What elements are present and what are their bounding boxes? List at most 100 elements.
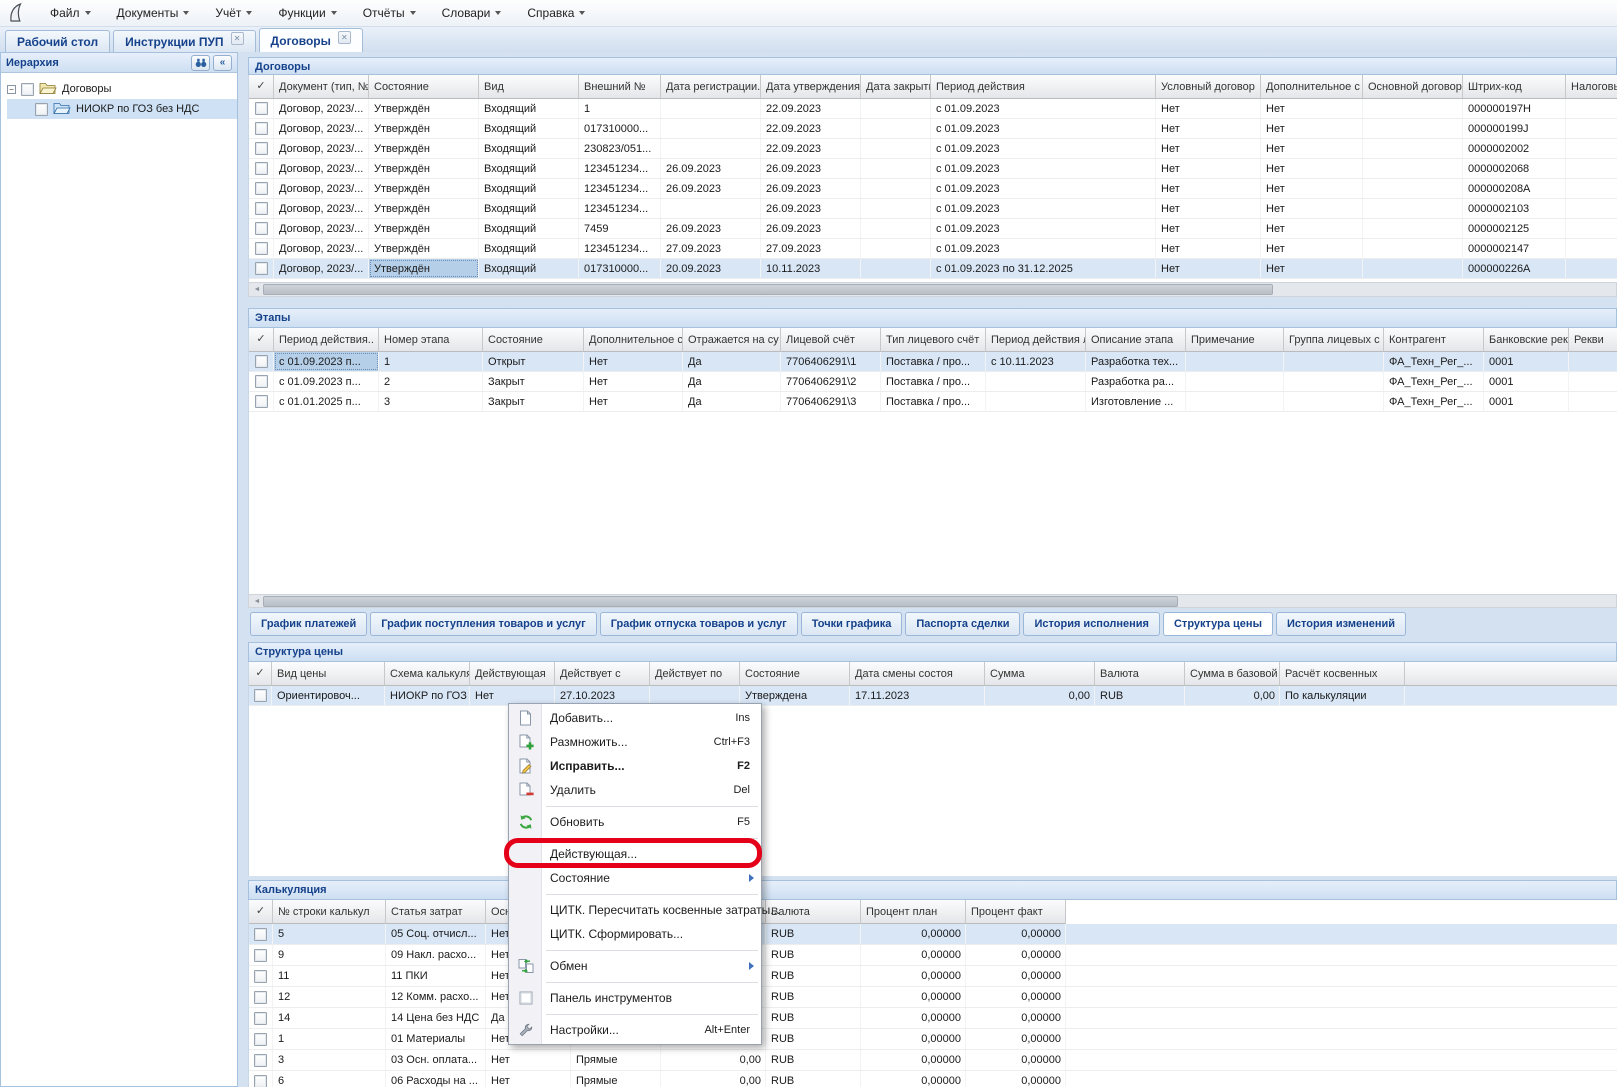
column-header[interactable]: Действует по	[650, 662, 740, 686]
context-menu-item-set-active[interactable]: Действующая...	[509, 842, 761, 866]
column-header[interactable]: Документ (тип, №	[274, 75, 369, 99]
row-checkbox[interactable]	[255, 242, 268, 255]
context-menu-item-refresh[interactable]: ОбновитьF5	[509, 810, 761, 834]
scrollbar-thumb[interactable]	[263, 596, 1178, 607]
tab-desktop[interactable]: Рабочий стол	[5, 30, 110, 52]
sidebar-splitter[interactable]	[238, 52, 248, 1087]
table-row[interactable]: Договор, 2023/...УтверждёнВходящий017310…	[249, 259, 1617, 279]
table-row[interactable]: Договор, 2023/...УтверждёнВходящий123451…	[249, 239, 1617, 259]
column-header[interactable]: Схема калькуляци	[385, 662, 470, 686]
table-row[interactable]: Договор, 2023/...УтверждёнВходящий017310…	[249, 119, 1617, 139]
row-checkbox[interactable]	[254, 949, 267, 962]
context-menu-item-edit[interactable]: Исправить...F2	[509, 754, 761, 778]
row-checkbox[interactable]	[255, 355, 268, 368]
tab-goods-release-schedule[interactable]: График отпуска товаров и услуг	[600, 612, 798, 636]
table-row[interactable]: с 01.09.2023 п...1ОткрытНетДа7706406291\…	[249, 352, 1617, 372]
column-header[interactable]: Дополнительное с	[1261, 75, 1363, 99]
row-checkbox[interactable]	[255, 182, 268, 195]
stages-hscrollbar[interactable]: ◄	[248, 594, 1617, 608]
tab-execution-history[interactable]: История исполнения	[1023, 612, 1160, 636]
column-header[interactable]: ✓	[249, 662, 272, 686]
scrollbar-thumb[interactable]	[263, 284, 1273, 295]
table-row[interactable]: 606 Расходы на ...НетПрямые0,00RUB0,0000…	[249, 1071, 1617, 1087]
row-checkbox[interactable]	[254, 928, 267, 941]
context-menu-item-add[interactable]: Добавить...Ins	[509, 706, 761, 730]
table-row[interactable]: 909 Накл. расхо...НетRUB0,000000,00000	[249, 945, 1617, 966]
column-header[interactable]: Дополнительное с	[584, 328, 683, 352]
row-checkbox[interactable]	[254, 1075, 267, 1087]
column-header[interactable]: Налоговые	[1566, 75, 1617, 99]
table-row[interactable]: Договор, 2023/...УтверждёнВходящий123451…	[249, 159, 1617, 179]
row-checkbox[interactable]	[255, 375, 268, 388]
tree-checkbox[interactable]	[21, 83, 34, 96]
column-header[interactable]: Статья затрат	[386, 900, 486, 924]
context-menu-item-citk-recalculate-indirect[interactable]: ЦИТК. Пересчитать косвенные затраты...	[509, 898, 761, 922]
tab-goods-receipt-schedule[interactable]: График поступления товаров и услуг	[370, 612, 596, 636]
column-header[interactable]: ✓	[249, 75, 274, 99]
scroll-left-icon[interactable]: ◄	[251, 598, 263, 605]
column-header[interactable]: Условный договор	[1156, 75, 1261, 99]
row-checkbox[interactable]	[254, 689, 267, 702]
table-row[interactable]: с 01.01.2025 п...3ЗакрытНетДа7706406291\…	[249, 392, 1617, 412]
menu-reports[interactable]: Отчёты	[350, 2, 429, 24]
column-header[interactable]: Состояние	[740, 662, 850, 686]
column-header[interactable]: Процент план	[861, 900, 966, 924]
tab-change-history[interactable]: История изменений	[1276, 612, 1406, 636]
row-checkbox[interactable]	[255, 122, 268, 135]
column-header[interactable]: Сумма	[985, 662, 1095, 686]
table-row[interactable]: 303 Осн. оплата...НетПрямые0,00RUB0,0000…	[249, 1050, 1617, 1071]
table-row[interactable]: Договор, 2023/...УтверждёнВходящий745926…	[249, 219, 1617, 239]
column-header[interactable]: Банковские реквиз	[1484, 328, 1569, 352]
column-header[interactable]: Основной договор	[1363, 75, 1463, 99]
column-header[interactable]: Состояние	[369, 75, 479, 99]
column-header[interactable]: Рекви	[1569, 328, 1617, 352]
table-row[interactable]: Договор, 2023/...УтверждёнВходящий123451…	[249, 179, 1617, 199]
column-header[interactable]: ✓	[249, 900, 273, 924]
tab-instructions-pup[interactable]: Инструкции ПУП✕	[113, 30, 255, 52]
column-header[interactable]: Период действия..	[274, 328, 379, 352]
row-checkbox[interactable]	[254, 1033, 267, 1046]
column-header[interactable]: Сумма в базовой в	[1185, 662, 1280, 686]
column-header[interactable]: Дата регистрации.	[661, 75, 761, 99]
column-header[interactable]: Вид цены	[272, 662, 385, 686]
column-header[interactable]: Внешний №	[579, 75, 661, 99]
table-row[interactable]: 505 Соц. отчисл...НетRUB0,000000,00000	[249, 924, 1617, 945]
column-header[interactable]: Номер этапа	[379, 328, 483, 352]
context-menu-item-toolbar[interactable]: Панель инструментов	[509, 986, 761, 1010]
table-row[interactable]: Договор, 2023/...УтверждёнВходящий230823…	[249, 139, 1617, 159]
row-checkbox[interactable]	[254, 1054, 267, 1067]
row-checkbox[interactable]	[255, 142, 268, 155]
tree-node-contracts[interactable]: − Договоры	[7, 79, 237, 99]
column-header[interactable]: Состояние	[483, 328, 584, 352]
tree-search-button[interactable]	[191, 55, 210, 71]
row-checkbox[interactable]	[255, 222, 268, 235]
close-icon[interactable]: ✕	[231, 32, 244, 45]
column-header[interactable]: Вид	[479, 75, 579, 99]
row-checkbox[interactable]	[255, 395, 268, 408]
row-checkbox[interactable]	[255, 202, 268, 215]
column-header[interactable]: Штрих-код	[1463, 75, 1566, 99]
menu-file[interactable]: Файл	[37, 2, 104, 24]
column-header[interactable]: Валюта	[1095, 662, 1185, 686]
menu-dictionaries[interactable]: Словари	[429, 2, 515, 24]
table-row[interactable]: Ориентировоч...НИОКР по ГОЗ ...Нет27.10.…	[249, 686, 1617, 706]
column-header[interactable]: Дата закрытия	[861, 75, 931, 99]
column-header[interactable]: Дата смены состоя	[850, 662, 985, 686]
tab-schedule-points[interactable]: Точки графика	[801, 612, 903, 636]
row-checkbox[interactable]	[254, 991, 267, 1004]
context-menu-item-citk-generate[interactable]: ЦИТК. Сформировать...	[509, 922, 761, 946]
column-header[interactable]: Отражается на су	[683, 328, 781, 352]
column-header[interactable]: Лицевой счёт	[781, 328, 881, 352]
column-header[interactable]: Примечание	[1186, 328, 1284, 352]
context-menu-item-delete[interactable]: УдалитьDel	[509, 778, 761, 802]
table-row[interactable]: 1212 Комм. расхо...НетRUB0,000000,00000	[249, 987, 1617, 1008]
row-checkbox[interactable]	[255, 262, 268, 275]
tab-contracts[interactable]: Договоры✕	[259, 28, 363, 52]
tab-deal-passports[interactable]: Паспорта сделки	[905, 612, 1020, 636]
column-header[interactable]: № строки калькул	[273, 900, 386, 924]
table-row[interactable]: с 01.09.2023 п...2ЗакрытНетДа7706406291\…	[249, 372, 1617, 392]
tab-price-structure[interactable]: Структура цены	[1163, 612, 1273, 636]
sidebar-collapse-button[interactable]: «	[213, 55, 232, 71]
menu-accounting[interactable]: Учёт	[202, 2, 265, 24]
table-row[interactable]: 101 МатериалыНетПрямые0,00RUB0,000000,00…	[249, 1029, 1617, 1050]
